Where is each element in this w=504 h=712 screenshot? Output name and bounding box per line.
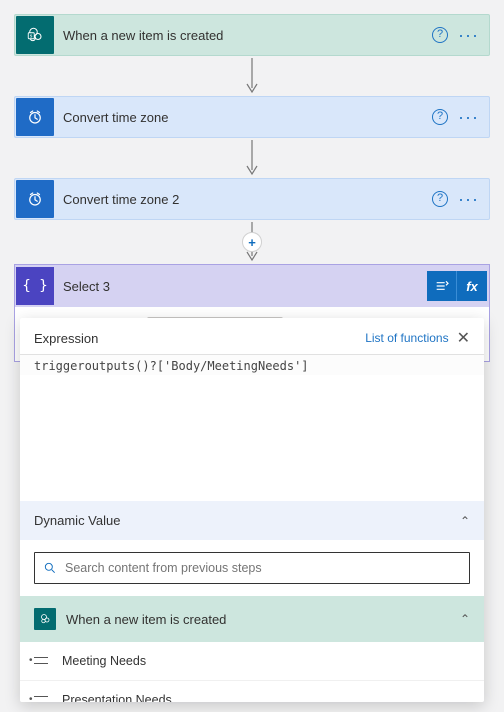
list-of-functions-link[interactable]: List of functions — [365, 331, 448, 345]
field-list-icon: • — [34, 693, 50, 702]
step-title: Convert time zone — [55, 110, 432, 125]
step-title: Convert time zone 2 — [55, 192, 432, 207]
group-title: When a new item is created — [66, 612, 450, 627]
more-menu-icon[interactable]: ··· — [458, 30, 479, 40]
expression-input[interactable]: triggeroutputs()?['Body/MeetingNeeds'] — [20, 354, 484, 375]
add-step-button[interactable]: + — [242, 232, 262, 252]
sharepoint-icon: S — [16, 16, 54, 54]
more-menu-icon[interactable]: ··· — [458, 112, 479, 122]
chevron-up-icon: ⌃ — [460, 612, 470, 626]
step-card-sharepoint-trigger[interactable]: S When a new item is created ? ··· — [14, 14, 490, 56]
data-operation-icon: { } — [16, 267, 54, 305]
dynamic-value-section-header[interactable]: Dynamic Value ⌃ — [20, 501, 484, 540]
step-card-convert-timezone-2[interactable]: Convert time zone 2 ? ··· — [14, 178, 490, 220]
close-icon[interactable]: ✕ — [457, 328, 470, 348]
step-title: When a new item is created — [55, 28, 432, 43]
sharepoint-icon — [34, 608, 56, 630]
expression-mode-button[interactable]: fx — [457, 271, 487, 301]
switch-view-button[interactable] — [427, 271, 457, 301]
help-icon[interactable]: ? — [432, 191, 448, 207]
search-input[interactable] — [63, 560, 461, 576]
dynamic-content-item[interactable]: • Presentation Needs — [20, 681, 484, 702]
clock-icon — [16, 98, 54, 136]
connector-arrow-with-add: + — [14, 220, 490, 264]
more-menu-icon[interactable]: ··· — [458, 194, 479, 204]
step-title: Select 3 — [55, 279, 427, 294]
expression-popup: Expression List of functions ✕ triggerou… — [20, 318, 484, 702]
dynamic-content-item[interactable]: • Meeting Needs — [20, 642, 484, 681]
clock-icon — [16, 180, 54, 218]
step-card-convert-timezone[interactable]: Convert time zone ? ··· — [14, 96, 490, 138]
connector-arrow — [14, 138, 490, 178]
chevron-up-icon: ⌃ — [460, 514, 470, 528]
help-icon[interactable]: ? — [432, 27, 448, 43]
dynamic-content-search[interactable] — [34, 552, 470, 584]
dynamic-content-group-header[interactable]: When a new item is created ⌃ — [20, 596, 484, 642]
select-header[interactable]: { } Select 3 fx — [15, 265, 489, 307]
help-icon[interactable]: ? — [432, 109, 448, 125]
connector-arrow — [14, 56, 490, 96]
expression-section-label: Expression — [34, 331, 98, 346]
field-list-icon: • — [34, 654, 50, 668]
search-icon — [43, 561, 57, 575]
